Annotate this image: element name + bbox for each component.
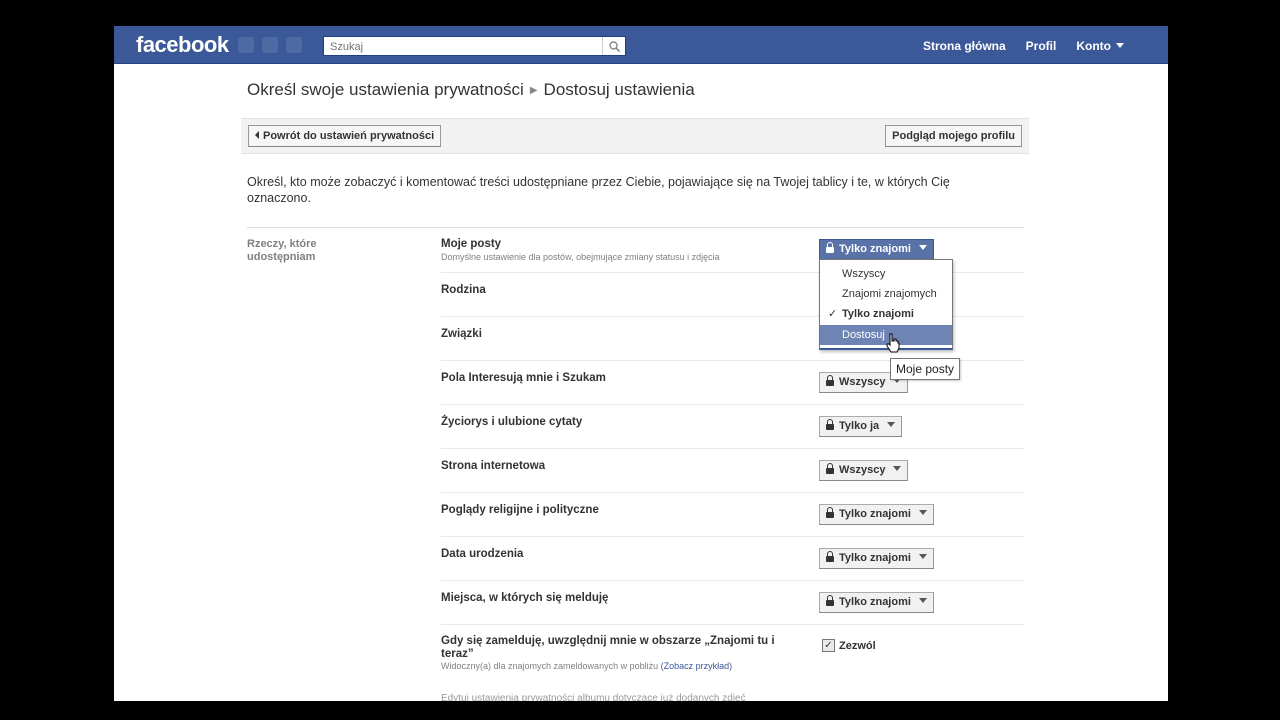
top-nav: Strona główna Profil Konto: [923, 39, 1124, 53]
privacy-select-value: Tylko znajomi: [839, 596, 911, 608]
row-divider: [441, 448, 1024, 449]
row-divider: [441, 624, 1024, 625]
row-title-my-posts: Moje posty: [441, 238, 502, 250]
chevron-down-icon: [1116, 43, 1124, 48]
nav-home-link[interactable]: Strona główna: [923, 39, 1006, 53]
breadcrumb-privacy-settings[interactable]: Określ swoje ustawienia prywatności: [247, 80, 524, 99]
lock-icon: [826, 595, 834, 606]
row-title-interested-in: Pola Interesują mnie i Szukam: [441, 372, 606, 384]
search-icon[interactable]: [602, 37, 625, 55]
here-now-subtitle-text: Widoczny(a) dla znajomych zameldowanych …: [441, 661, 659, 671]
chevron-down-icon: [918, 245, 927, 250]
privacy-select-website[interactable]: Wszyscy: [819, 460, 909, 481]
row-divider: [441, 404, 1024, 405]
section-label: Rzeczy, które udostępniam: [247, 238, 317, 263]
divider: [247, 227, 1024, 228]
back-to-privacy-button[interactable]: Powrót do ustawień prywatności: [248, 125, 442, 147]
see-example-link[interactable]: (Zobacz przykład): [661, 661, 733, 671]
privacy-select-value: Tylko znajomi: [839, 508, 911, 520]
menu-item-friends-only[interactable]: ✓ Tylko znajomi: [820, 304, 952, 324]
top-bar: facebook Strona główna Profil Konto: [114, 26, 1168, 64]
privacy-select-value: Tylko znajomi: [839, 552, 911, 564]
allow-checkbox-label[interactable]: Zezwól: [839, 640, 876, 652]
friend-requests-icon[interactable]: [238, 37, 254, 53]
facebook-logo[interactable]: facebook: [136, 32, 229, 58]
page-description: Określ, kto może zobaczyć i komentować t…: [247, 175, 950, 205]
nav-account-label: Konto: [1076, 39, 1111, 53]
privacy-select-value: Tylko znajomi: [839, 243, 911, 255]
lock-icon: [826, 551, 834, 562]
lock-icon: [826, 463, 834, 474]
tooltip: Moje posty: [890, 358, 961, 380]
privacy-select-value: Wszyscy: [839, 376, 886, 388]
notification-jewels: [238, 37, 302, 53]
chevron-down-icon: [887, 422, 896, 427]
row-divider: [441, 580, 1024, 581]
preview-profile-button[interactable]: Podgląd mojego profilu: [885, 125, 1022, 147]
row-title-here-now: Gdy się zamelduję, uwzględnij mnie w obs…: [441, 635, 775, 660]
toolbar: Powrót do ustawień prywatności Podgląd m…: [241, 118, 1029, 154]
row-title-bio-quotes: Życiorys i ulubione cytaty: [441, 416, 583, 428]
row-title-family: Rodzina: [441, 284, 486, 296]
album-privacy-link[interactable]: Edytuj ustawienia prywatności albumu dot…: [441, 693, 746, 701]
hand-cursor-icon: [886, 333, 900, 358]
row-subtitle-here-now: Widoczny(a) dla znajomych zameldowanych …: [441, 661, 732, 671]
allow-checkbox[interactable]: ✓: [822, 639, 835, 652]
row-title-relationships: Związki: [441, 328, 482, 340]
checkmark-icon: ✓: [828, 308, 838, 320]
row-title-checkins: Miejsca, w których się melduję: [441, 592, 609, 604]
row-title-website: Strona internetowa: [441, 460, 546, 472]
row-title-religious-political: Poglądy religijne i polityczne: [441, 504, 599, 516]
lock-icon: [826, 375, 834, 386]
nav-account-menu[interactable]: Konto: [1076, 39, 1124, 53]
privacy-select-birthday[interactable]: Tylko znajomi: [819, 548, 934, 569]
chevron-down-icon: [918, 554, 927, 559]
menu-item-label: Tylko znajomi: [842, 308, 914, 320]
messages-icon[interactable]: [262, 37, 278, 53]
chevron-down-icon: [918, 510, 927, 515]
privacy-select-religious-political[interactable]: Tylko znajomi: [819, 504, 934, 525]
notifications-icon[interactable]: [286, 37, 302, 53]
page-title: Określ swoje ustawienia prywatności ▶ Dost…: [247, 80, 695, 100]
privacy-select-bio-quotes[interactable]: Tylko ja: [819, 416, 903, 437]
browser-viewport: facebook Strona główna Profil Konto Okre…: [114, 26, 1168, 701]
row-divider: [441, 492, 1024, 493]
lock-icon: [826, 419, 834, 430]
row-subtitle-my-posts: Domyślne ustawienie dla postów, obejmują…: [441, 252, 720, 262]
menu-item-everyone[interactable]: Wszyscy: [820, 264, 952, 284]
chevron-down-icon: [893, 466, 902, 471]
chevron-down-icon: [918, 598, 927, 603]
back-button-label: Powrót do ustawień prywatności: [263, 130, 435, 142]
menu-item-friends-of-friends[interactable]: Znajomi znajomych: [820, 284, 952, 304]
row-title-birthday: Data urodzenia: [441, 548, 524, 560]
privacy-select-checkins[interactable]: Tylko znajomi: [819, 592, 934, 613]
nav-profile-link[interactable]: Profil: [1026, 39, 1057, 53]
privacy-select-my-posts[interactable]: Tylko znajomi: [819, 239, 934, 260]
lock-icon: [826, 507, 834, 518]
privacy-select-value: Wszyscy: [839, 464, 886, 476]
arrow-left-icon: [255, 131, 259, 139]
search-box: [323, 36, 626, 56]
search-input[interactable]: [324, 38, 606, 56]
breadcrumb-custom-settings: Dostosuj ustawienia: [543, 80, 695, 99]
lock-icon: [826, 242, 834, 253]
row-divider: [441, 536, 1024, 537]
privacy-select-value: Tylko ja: [839, 420, 880, 432]
breadcrumb-arrow-icon: ▶: [529, 85, 538, 96]
